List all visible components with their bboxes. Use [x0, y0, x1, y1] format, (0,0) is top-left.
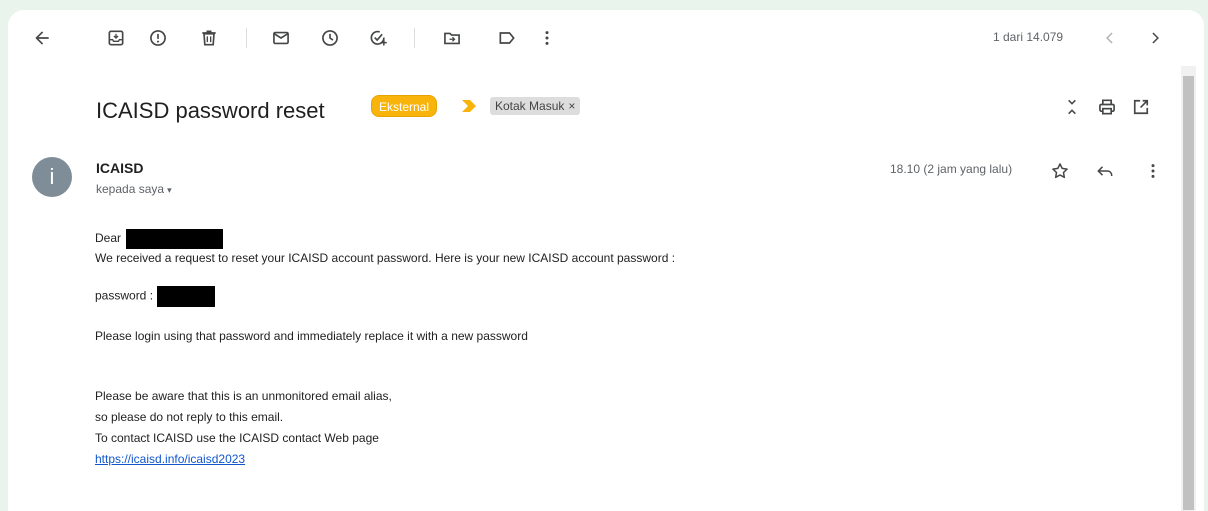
chevron-down-icon: ▾ [167, 185, 172, 195]
toolbar: 1 dari 14.079 [8, 10, 1204, 66]
newer-chevron-left-icon[interactable] [1098, 26, 1122, 50]
remove-label-icon[interactable]: × [568, 99, 575, 113]
print-icon[interactable] [1096, 96, 1118, 118]
greeting-line: Dear [95, 229, 224, 249]
instruction-text: Please login using that password and imm… [95, 329, 528, 343]
delete-icon[interactable] [197, 26, 221, 50]
recipient-text: kepada saya [96, 182, 165, 196]
archive-icon[interactable] [104, 26, 128, 50]
email-view-panel: 1 dari 14.079 ICAISD password reset Ekst… [8, 10, 1204, 511]
collapse-all-icon[interactable] [1061, 96, 1083, 118]
snooze-icon[interactable] [318, 26, 342, 50]
contact-page-link[interactable]: https://icaisd.info/icaisd2023 [95, 452, 245, 466]
importance-marker-icon[interactable] [461, 99, 477, 113]
star-icon[interactable] [1049, 160, 1071, 182]
email-subject: ICAISD password reset [96, 98, 325, 123]
more-vert-icon[interactable] [535, 26, 559, 50]
sender-avatar[interactable]: i [32, 157, 72, 197]
notice-line-1: Please be aware that this is an unmonito… [95, 389, 392, 403]
recipient-details-toggle[interactable]: kepada saya ▾ [96, 182, 172, 196]
inbox-label-chip: Kotak Masuk × [490, 97, 581, 115]
toolbar-divider [414, 28, 415, 48]
mark-unread-icon[interactable] [269, 26, 293, 50]
report-spam-icon[interactable] [146, 26, 170, 50]
toolbar-divider [246, 28, 247, 48]
message-timestamp: 18.10 (2 jam yang lalu) [890, 162, 1013, 176]
older-chevron-right-icon[interactable] [1143, 26, 1167, 50]
password-label: password : [95, 288, 154, 303]
reply-icon[interactable] [1094, 160, 1116, 182]
password-line: password : [95, 286, 216, 307]
greeting-text: Dear [95, 231, 122, 246]
redacted-name-block [126, 229, 224, 249]
external-label-chip: Eksternal [371, 95, 438, 117]
scrollbar-thumb[interactable] [1183, 76, 1194, 510]
back-arrow-icon[interactable] [30, 26, 54, 50]
pagination-count: 1 dari 14.079 [993, 30, 1064, 44]
contact-link-line: https://icaisd.info/icaisd2023 [95, 452, 245, 466]
inbox-label-text: Kotak Masuk [495, 99, 565, 113]
open-in-new-window-icon[interactable] [1130, 96, 1152, 118]
label-icon[interactable] [495, 26, 519, 50]
sender-name[interactable]: ICAISD [96, 160, 143, 176]
message-more-vert-icon[interactable] [1142, 160, 1164, 182]
notice-line-3: To contact ICAISD use the ICAISD contact… [95, 431, 379, 445]
add-task-icon[interactable] [366, 26, 390, 50]
notice-line-2: so please do not reply to this email. [95, 410, 284, 424]
reset-request-text: We received a request to reset your ICAI… [95, 251, 676, 265]
move-to-icon[interactable] [440, 26, 464, 50]
redacted-password-block [157, 286, 216, 307]
